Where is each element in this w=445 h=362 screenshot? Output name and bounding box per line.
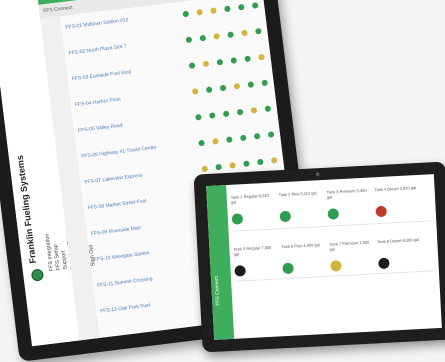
status-dot-icon — [199, 34, 207, 42]
status-dot-icon — [229, 162, 236, 169]
status-dot-icon — [222, 110, 230, 118]
status-dot-icon — [227, 31, 234, 39]
site-link[interactable]: FFS-02 North Plaza Site 7 — [68, 43, 127, 56]
site-row[interactable]: FFS-04 Harbor Point — [75, 78, 269, 111]
status-dot-icon — [205, 86, 213, 94]
status-dot-icon — [250, 107, 258, 114]
site-link[interactable]: FFS-11 Summit Crossing — [97, 276, 153, 289]
tank-label: Tank 7 Premium 1,900 gal — [329, 239, 370, 252]
site-row[interactable]: FFS-02 North Plaza Site 7 — [68, 26, 262, 59]
tank-label: Tank 6 Plus 4,400 gal — [281, 242, 320, 250]
tank-card[interactable]: Tank 6 Plus 4,400 gal — [281, 242, 327, 275]
tablet-header-bar: FFS Connect — [206, 185, 235, 340]
site-link[interactable]: FFS-04 Harbor Point — [75, 97, 122, 109]
status-dot-icon — [198, 139, 205, 147]
status-dot-icon — [244, 55, 251, 63]
status-dot-icon — [219, 84, 227, 92]
status-dot-icon — [237, 3, 245, 11]
site-link[interactable]: FFS-03 Eastside Fuel Stop — [71, 69, 131, 82]
tank-status-icon — [375, 205, 387, 218]
status-dot-icon — [256, 158, 264, 166]
status-dot-icon — [233, 82, 241, 90]
status-dot-icon — [210, 7, 217, 14]
status-dot-icon — [247, 81, 255, 88]
status-dot-icon — [196, 8, 203, 16]
status-dot-icon — [230, 57, 238, 64]
status-dot-icon — [216, 58, 224, 66]
tank-label: Tank 4 Diesel 2,020 gal — [374, 185, 417, 193]
site-row[interactable]: FFS-05 Valley Road — [78, 104, 272, 137]
tank-card[interactable]: Tank 2 Plus 5,112 gal — [278, 190, 325, 223]
status-dot-icon — [270, 156, 278, 164]
site-link[interactable]: FFS-09 Riverside Mart — [90, 225, 141, 237]
status-dot-icon — [241, 29, 248, 37]
status-dot-icon — [267, 131, 275, 138]
site-link[interactable]: FFS-08 Market Street Fuel — [87, 198, 146, 211]
site-link[interactable]: FFS-07 Lakeview Express — [84, 173, 143, 186]
status-dot-icon — [212, 138, 219, 145]
tank-label: Tank 3 Premium 3,450 gal — [326, 187, 367, 200]
status-dot-icon — [213, 33, 221, 40]
status-dot-icon — [253, 132, 261, 140]
tank-label: Tank 2 Plus 5,112 gal — [278, 190, 317, 198]
status-dot-icon — [239, 134, 247, 142]
status-dot-icon — [255, 27, 262, 35]
tank-status-icon — [330, 260, 342, 272]
tank-card[interactable]: Tank 5 Regular 7,800 gal — [233, 244, 279, 277]
tank-card[interactable]: Tank 1 Regular 8,240 gal — [230, 192, 277, 225]
tank-status-icon — [231, 213, 244, 225]
site-link[interactable]: FFS-05 Valley Road — [78, 123, 123, 134]
status-dot-icon — [208, 112, 216, 119]
status-dot-icon — [188, 62, 196, 69]
status-dot-icon — [182, 10, 190, 18]
tank-status-icon — [234, 265, 246, 277]
tank-card[interactable]: Tank 3 Premium 3,450 gal — [326, 187, 372, 220]
status-dot-icon — [264, 105, 272, 113]
site-link[interactable]: FFS-10 Westgate Station — [94, 250, 150, 263]
status-dot-icon — [258, 53, 265, 61]
status-dot-icon — [243, 160, 250, 168]
tank-status-icon — [378, 257, 390, 270]
tank-status-icon — [327, 208, 340, 220]
tank-status-icon — [279, 210, 292, 223]
tank-status-icon — [282, 262, 294, 275]
site-row[interactable]: FFS-03 Eastside Fuel Stop — [71, 52, 265, 85]
tank-label: Tank 5 Regular 7,800 gal — [233, 244, 272, 257]
tank-label: Tank 1 Regular 8,240 gal — [230, 192, 269, 205]
status-dot-icon — [201, 165, 209, 173]
brand-logo-icon — [30, 268, 45, 282]
status-dot-icon — [251, 2, 259, 9]
tank-card[interactable]: Tank 7 Premium 1,900 gal — [329, 239, 375, 272]
tank-card[interactable]: Tank 4 Diesel 2,020 gal — [374, 185, 420, 218]
site-link[interactable]: FFS-06 Highway 41 Travel Center — [81, 145, 157, 160]
tablet-title: FFS Connect — [213, 276, 222, 306]
tank-grid: Tank 1 Regular 8,240 gal Tank 2 Plus 5,11… — [230, 180, 435, 332]
status-dot-icon — [185, 36, 193, 44]
tank-card[interactable]: Tank 8 Diesel 6,300 gal — [377, 237, 423, 270]
tablet-device: FFS Connect Tank 1 Regular 8,240 gal Tank… — [193, 161, 445, 353]
status-dot-icon — [215, 163, 222, 171]
tablet-screen: FFS Connect Tank 1 Regular 8,240 gal Tank… — [206, 174, 442, 340]
camera-icon — [315, 172, 320, 177]
status-dot-icon — [226, 136, 233, 143]
status-dot-icon — [224, 5, 231, 13]
site-link[interactable]: FFS-01 Midtown Station #12 — [65, 17, 129, 31]
status-dot-icon — [236, 108, 244, 116]
status-dot-icon — [202, 60, 210, 68]
site-row[interactable]: FFS-06 Highway 41 Travel Center — [81, 129, 275, 162]
tank-label: Tank 8 Diesel 6,300 gal — [377, 237, 419, 245]
status-dot-icon — [195, 113, 202, 121]
site-link[interactable]: FFS-12 Oak Park Fuel — [100, 303, 150, 315]
status-dot-icon — [261, 79, 269, 87]
status-dot-icon — [191, 88, 199, 95]
